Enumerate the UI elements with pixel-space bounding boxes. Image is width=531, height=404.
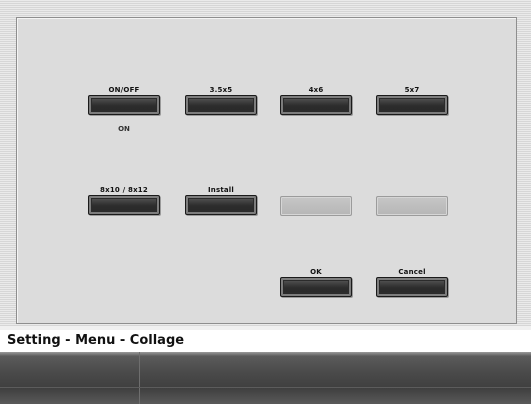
screen-title: Setting - Menu - Collage — [7, 333, 185, 348]
size-8x10-button[interactable] — [88, 195, 160, 215]
size-8x10-button-label: 8x10 / 8x12 — [100, 186, 148, 194]
disabled-button-2 — [376, 196, 448, 216]
size-3-5x5-button[interactable] — [185, 95, 257, 115]
size-5x7-button[interactable] — [376, 95, 448, 115]
cancel-button-label: Cancel — [398, 268, 426, 276]
size-4x6-button[interactable] — [280, 95, 352, 115]
title-bar: Setting - Menu - Collage — [0, 330, 531, 352]
on-off-status: ON — [118, 125, 130, 133]
size-4x6-button-label: 4x6 — [308, 86, 324, 94]
ok-button[interactable] — [280, 277, 352, 297]
bottom-bar-divider — [139, 352, 140, 404]
install-button[interactable] — [185, 195, 257, 215]
size-3-5x5-button-label: 3.5x5 — [209, 86, 233, 94]
ok-button-label: OK — [310, 268, 322, 276]
size-5x7-button-label: 5x7 — [404, 86, 420, 94]
cancel-button[interactable] — [376, 277, 448, 297]
disabled-button-1 — [280, 196, 352, 216]
on-off-button-label: ON/OFF — [108, 86, 140, 94]
on-off-button[interactable] — [88, 95, 160, 115]
install-button-label: Install — [207, 186, 235, 194]
bottom-bar-line — [0, 387, 531, 388]
bottom-bar — [0, 352, 531, 404]
